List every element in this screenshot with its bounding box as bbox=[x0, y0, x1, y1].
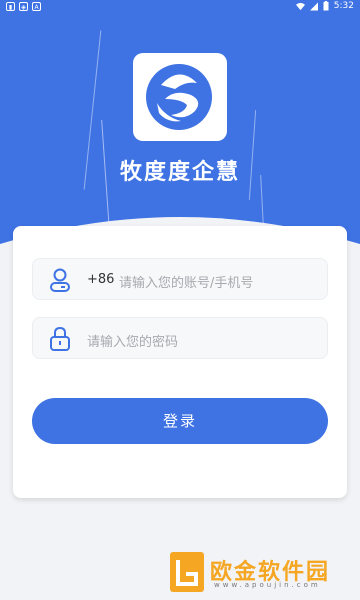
status-icons-right: 5:32 bbox=[295, 1, 354, 11]
notification-icon: ◈ bbox=[19, 2, 28, 11]
wifi-icon bbox=[295, 2, 305, 10]
status-icons-left: ▮ ◈ A bbox=[6, 2, 41, 11]
app-logo bbox=[133, 53, 227, 141]
phone-prefix[interactable]: +86 bbox=[87, 272, 114, 287]
status-bar: ▮ ◈ A 5:32 bbox=[0, 0, 360, 14]
status-time: 5:32 bbox=[333, 1, 354, 11]
password-field[interactable]: 请输入您的密码 bbox=[32, 317, 328, 359]
watermark: 欧金软件园 www.apoujin.com bbox=[164, 548, 360, 600]
signal-icon bbox=[309, 2, 318, 10]
battery-icon bbox=[323, 1, 329, 11]
app-logo-icon bbox=[146, 64, 212, 130]
sim-icon: ▮ bbox=[6, 2, 15, 11]
lock-icon bbox=[50, 326, 70, 351]
user-icon bbox=[50, 268, 70, 292]
app-title: 牧度度企慧 bbox=[119, 160, 240, 185]
password-input[interactable]: 请输入您的密码 bbox=[87, 331, 178, 350]
a-icon: A bbox=[32, 2, 41, 11]
account-input[interactable]: 请输入您的账号/手机号 bbox=[119, 272, 253, 291]
login-card: +86 请输入您的账号/手机号 请输入您的密码 登录 bbox=[13, 226, 347, 498]
account-field[interactable]: +86 请输入您的账号/手机号 bbox=[32, 258, 328, 300]
watermark-url: www.apoujin.com bbox=[214, 581, 321, 589]
login-button[interactable]: 登录 bbox=[32, 398, 328, 444]
watermark-logo-icon bbox=[170, 552, 204, 592]
